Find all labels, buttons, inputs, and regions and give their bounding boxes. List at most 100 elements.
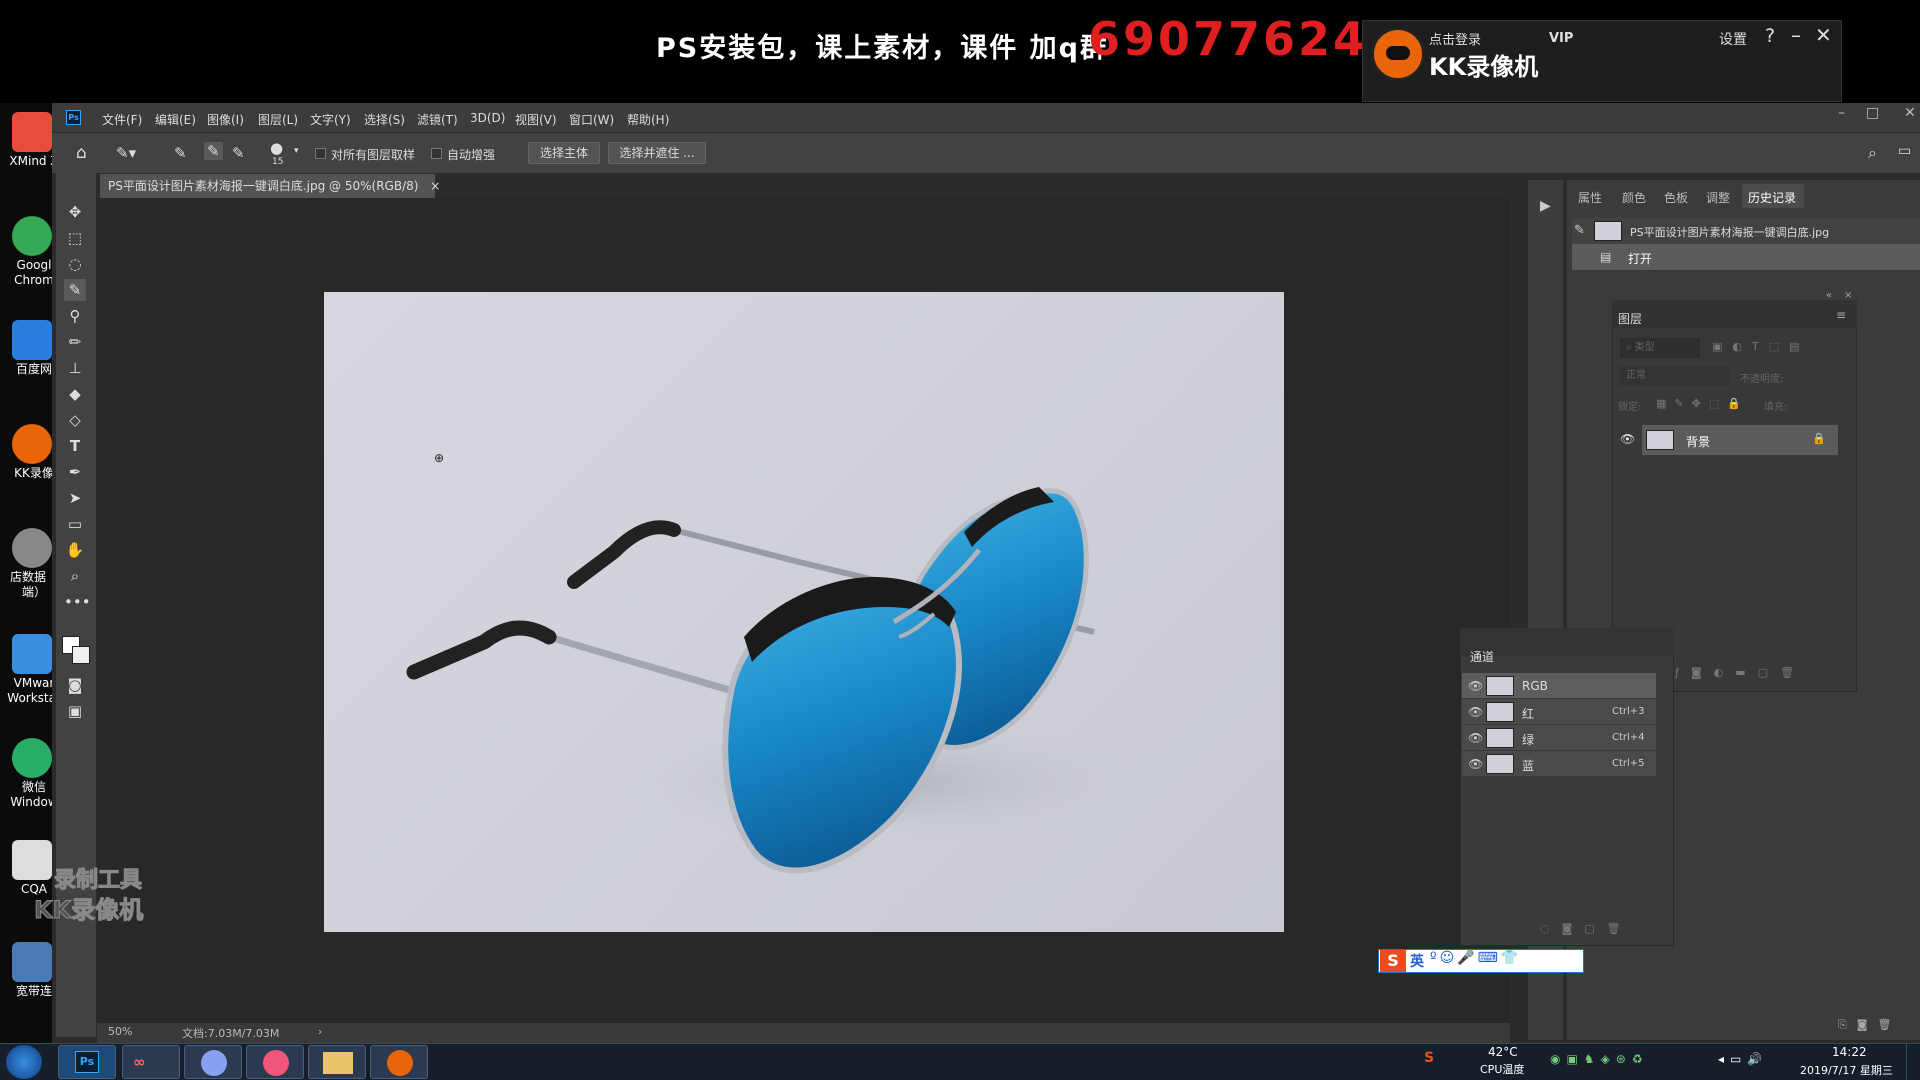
menu-window[interactable]: 窗口(W)	[569, 111, 614, 128]
taskbar-kk-recorder[interactable]	[370, 1045, 428, 1079]
sogou-tray-icon[interactable]: S	[1424, 1050, 1434, 1066]
history-footer-icons[interactable]: ⎘◙🗑	[1838, 1018, 1901, 1032]
layers-footer-icons[interactable]: ∞ƒ◙◐▬▢🗑	[1654, 666, 1806, 679]
actions-play-icon[interactable]: ▶	[1540, 198, 1551, 214]
menu-help[interactable]: 帮助(H)	[627, 111, 669, 128]
tab-history[interactable]: 历史记录	[1748, 189, 1796, 206]
system-tray-icons[interactable]: ◂▭🔊	[1718, 1052, 1768, 1066]
channels-panel-title[interactable]: 通道	[1470, 648, 1494, 665]
screen-mode-icon[interactable]: ▣	[64, 700, 86, 722]
more-tools-icon[interactable]: •••	[64, 591, 91, 613]
history-brush-icon[interactable]: ✎	[1574, 223, 1585, 238]
layer-filter-search[interactable]: ⌕ 类型	[1620, 338, 1700, 358]
panel-menu-icon[interactable]: ≡	[1836, 308, 1846, 322]
kk-recorder-icon	[387, 1050, 413, 1076]
new-selection-icon[interactable]: ✎	[174, 144, 187, 162]
tab-swatches[interactable]: 色板	[1664, 189, 1688, 206]
ps-minimize-button[interactable]: –	[1838, 105, 1845, 121]
brush-tool-icon[interactable]: ✏	[64, 331, 86, 353]
marquee-tool-icon[interactable]: ⬚	[64, 227, 86, 249]
channel-eye-icon[interactable]: 👁	[1468, 757, 1483, 771]
menu-3d[interactable]: 3D(D)	[470, 111, 505, 125]
menu-edit[interactable]: 编辑(E)	[155, 111, 196, 128]
kk-vip-badge[interactable]: VIP	[1549, 31, 1573, 46]
type-tool-icon[interactable]: T	[64, 435, 86, 457]
paint-bucket-tool-icon[interactable]: ◇	[64, 409, 86, 431]
kk-settings-button[interactable]: 设置	[1719, 29, 1747, 49]
taskbar-explorer[interactable]	[308, 1045, 366, 1079]
auto-enhance-checkbox[interactable]	[431, 148, 442, 159]
channel-eye-icon[interactable]: 👁	[1468, 679, 1483, 693]
blend-mode-select[interactable]: 正常	[1620, 366, 1730, 386]
tab-adjustments[interactable]: 调整	[1706, 189, 1730, 206]
start-button[interactable]	[6, 1045, 42, 1079]
zoom-tool-icon[interactable]: ⌕	[64, 565, 86, 587]
quick-select-preset-icon[interactable]: ✎▾	[116, 144, 136, 162]
taskbar-app-2[interactable]: ∞	[122, 1045, 180, 1079]
eraser-tool-icon[interactable]: ◆	[64, 383, 86, 405]
history-step-open[interactable]	[1572, 244, 1920, 270]
path-select-tool-icon[interactable]: ➤	[64, 487, 86, 509]
kk-help-button[interactable]: ?	[1765, 25, 1775, 47]
menu-view[interactable]: 视图(V)	[515, 111, 557, 128]
hand-tool-icon[interactable]: ✋	[64, 539, 86, 561]
layer-name[interactable]: 背景	[1686, 433, 1710, 450]
stamp-tool-icon[interactable]: ⊥	[64, 357, 86, 379]
eyedropper-tool-icon[interactable]: ⚲	[64, 305, 86, 327]
select-and-mask-button[interactable]: 选择并遮住 ...	[608, 142, 706, 164]
quick-mask-icon[interactable]: ◙	[64, 674, 86, 696]
layer-filter-icons[interactable]: ▣◐T⬚▤	[1712, 340, 1810, 353]
kk-close-button[interactable]: ✕	[1815, 23, 1832, 47]
show-desktop-button[interactable]	[1906, 1043, 1920, 1080]
lock-icons[interactable]: ▦✎✥⬚🔒	[1656, 397, 1749, 410]
document-icon: ▤	[1600, 250, 1612, 264]
tray-icons[interactable]: ◉▣♞◈⊛♻	[1550, 1052, 1649, 1066]
status-arrow-icon[interactable]: ›	[318, 1025, 322, 1038]
taskbar-app-3[interactable]	[184, 1045, 242, 1079]
select-subject-button[interactable]: 选择主体	[528, 142, 600, 164]
layer-visibility-eye-icon[interactable]: 👁	[1620, 432, 1635, 446]
tab-color[interactable]: 颜色	[1622, 189, 1646, 206]
ps-maximize-button[interactable]: □	[1866, 105, 1879, 121]
search-icon[interactable]: ⌕	[1868, 143, 1877, 163]
move-tool-icon[interactable]: ✥	[64, 201, 86, 223]
channels-footer-icons[interactable]: ◌◙▢🗑	[1540, 922, 1633, 935]
ime-language-toggle[interactable]: 英	[1410, 951, 1424, 971]
panel-close-icon[interactable]: ×	[1844, 290, 1852, 301]
menu-image[interactable]: 图像(I)	[207, 111, 244, 128]
subtract-selection-icon[interactable]: ✎	[232, 144, 245, 162]
menu-select[interactable]: 选择(S)	[364, 111, 405, 128]
rectangle-tool-icon[interactable]: ▭	[64, 513, 86, 535]
brush-preset-icon[interactable]: ●	[270, 139, 283, 157]
ime-tool-icons[interactable]: º☺🎤⌨👕	[1430, 950, 1521, 966]
kk-login-link[interactable]: 点击登录	[1429, 29, 1481, 48]
quick-select-tool-icon[interactable]: ✎	[64, 279, 86, 301]
channel-eye-icon[interactable]: 👁	[1468, 705, 1483, 719]
document-tab[interactable]: PS平面设计图片素材海报一键调白底.jpg @ 50%(RGB/8) ×	[100, 174, 440, 198]
menu-file[interactable]: 文件(F)	[102, 111, 142, 128]
menu-type[interactable]: 文字(Y)	[310, 111, 351, 128]
add-to-selection-icon[interactable]: ✎	[204, 142, 223, 160]
workspace-icon[interactable]: ▭	[1898, 143, 1911, 159]
kk-minimize-button[interactable]: –	[1791, 23, 1801, 47]
menu-layer[interactable]: 图层(L)	[258, 111, 298, 128]
taskbar-app-4[interactable]	[246, 1045, 304, 1079]
menu-filter[interactable]: 滤镜(T)	[417, 111, 458, 128]
chevron-down-icon[interactable]: ▾	[294, 146, 299, 156]
lasso-tool-icon[interactable]: ◌	[64, 253, 86, 275]
pen-tool-icon[interactable]: ✒	[64, 461, 86, 483]
layers-panel-title[interactable]: 图层	[1618, 310, 1642, 327]
tab-close-icon[interactable]: ×	[430, 179, 440, 193]
home-icon[interactable]: ⌂	[76, 143, 87, 163]
background-color-swatch[interactable]	[72, 646, 90, 664]
document-canvas[interactable]	[324, 292, 1284, 932]
channel-eye-icon[interactable]: 👁	[1468, 731, 1483, 745]
sample-all-layers-checkbox[interactable]	[315, 148, 326, 159]
taskbar-photoshop[interactable]: Ps	[58, 1045, 116, 1079]
status-bar	[97, 1023, 1510, 1043]
tab-properties[interactable]: 属性	[1578, 189, 1602, 206]
collapse-icon[interactable]: «	[1826, 290, 1832, 301]
ps-close-button[interactable]: ✕	[1904, 105, 1916, 121]
sogou-logo-icon[interactable]: S	[1380, 950, 1406, 972]
zoom-level[interactable]: 50%	[108, 1025, 132, 1038]
